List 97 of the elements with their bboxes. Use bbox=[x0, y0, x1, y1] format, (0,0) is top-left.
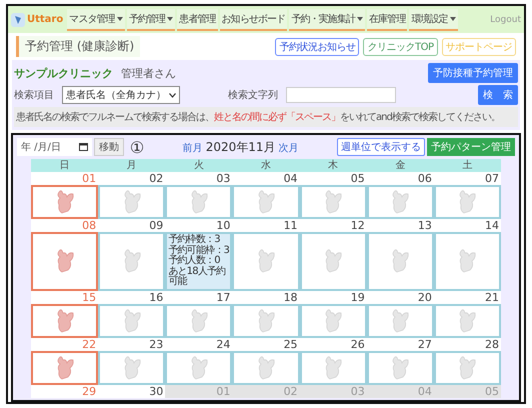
day-number: 21 bbox=[434, 290, 501, 304]
day-cell[interactable] bbox=[31, 304, 98, 338]
day-cell[interactable] bbox=[98, 185, 166, 219]
day-cell[interactable] bbox=[300, 350, 367, 384]
day-cell[interactable] bbox=[31, 350, 98, 384]
annotation-marker: ① bbox=[130, 138, 144, 156]
day-number: 07 bbox=[434, 172, 501, 185]
nav-menu-item[interactable]: 環境設定 bbox=[409, 8, 458, 30]
day-number: 15 bbox=[31, 290, 98, 304]
day-number: 25 bbox=[232, 338, 300, 350]
day-cell[interactable] bbox=[300, 232, 367, 290]
day-cell[interactable] bbox=[98, 304, 166, 338]
day-number: 08 bbox=[31, 219, 98, 232]
chevron-icon bbox=[169, 92, 176, 98]
search-text-label: 検索文字列 bbox=[228, 88, 278, 102]
vaccination-button[interactable]: 予防接種予約管理 bbox=[428, 63, 518, 83]
nav-menu-item[interactable]: お知らせボード bbox=[220, 8, 288, 30]
day-number: 04 bbox=[232, 172, 300, 185]
day-number: 30 bbox=[98, 384, 166, 398]
header-button[interactable]: クリニックTOP bbox=[363, 38, 438, 56]
day-number: 16 bbox=[98, 290, 166, 304]
day-number: 26 bbox=[300, 338, 367, 350]
day-cell[interactable] bbox=[366, 350, 434, 384]
day-cell[interactable] bbox=[31, 185, 98, 219]
day-cell[interactable] bbox=[98, 350, 166, 384]
prev-month-link[interactable]: 前月 bbox=[182, 140, 203, 154]
day-number: 18 bbox=[232, 290, 300, 304]
day-number: 24 bbox=[165, 338, 232, 350]
weekday-header: 水 bbox=[232, 159, 300, 172]
day-cell[interactable] bbox=[31, 232, 98, 290]
day-number: 23 bbox=[98, 338, 166, 350]
day-number: 05 bbox=[300, 172, 367, 185]
day-number: 03 bbox=[165, 172, 232, 185]
weekday-header: 土 bbox=[434, 159, 501, 172]
weekday-header: 木 bbox=[300, 159, 367, 172]
nav-menu-item[interactable]: 予約・実施集計 bbox=[289, 8, 365, 30]
search-button[interactable]: 検 索 bbox=[478, 85, 518, 105]
day-number: 12 bbox=[300, 219, 367, 232]
move-button[interactable]: 移動 bbox=[94, 138, 124, 156]
nav-menu-item[interactable]: 在庫管理 bbox=[366, 8, 408, 30]
weekday-header: 月 bbox=[98, 159, 166, 172]
day-number: 17 bbox=[165, 290, 232, 304]
day-number: 02 bbox=[98, 172, 166, 185]
day-cell[interactable] bbox=[98, 232, 166, 290]
nav-menu-item[interactable]: 予約管理 bbox=[126, 8, 176, 30]
day-cell[interactable] bbox=[366, 304, 434, 338]
day-cell[interactable] bbox=[232, 232, 300, 290]
nav-menu-item[interactable]: マスタ管理 bbox=[67, 8, 125, 30]
weekday-header: 日 bbox=[31, 159, 98, 172]
day-cell[interactable] bbox=[300, 304, 367, 338]
day-number: 22 bbox=[31, 338, 98, 350]
day-number: 03 bbox=[300, 384, 367, 398]
clinic-name: サンプルクリニック bbox=[14, 66, 113, 80]
day-number: 28 bbox=[434, 338, 501, 350]
day-number: 14 bbox=[434, 219, 501, 232]
day-number: 10 bbox=[165, 219, 232, 232]
search-item-select[interactable]: 患者氏名（全角カナ） bbox=[62, 86, 180, 104]
week-view-button[interactable]: 週単位で表示する bbox=[336, 138, 425, 156]
day-number: 20 bbox=[366, 290, 434, 304]
day-number: 27 bbox=[366, 338, 434, 350]
header-button[interactable]: 予約状況お知らせ bbox=[275, 38, 360, 56]
search-field[interactable] bbox=[286, 87, 396, 103]
day-cell[interactable] bbox=[232, 185, 300, 219]
day-number: 05 bbox=[434, 384, 501, 398]
day-number: 09 bbox=[98, 219, 166, 232]
month-title: 2020年11月 bbox=[206, 138, 276, 156]
day-cell[interactable] bbox=[165, 304, 232, 338]
day-cell[interactable] bbox=[165, 185, 232, 219]
weekday-header: 火 bbox=[165, 159, 232, 172]
day-cell[interactable] bbox=[232, 350, 300, 384]
day-number: 13 bbox=[366, 219, 434, 232]
day-cell[interactable] bbox=[434, 304, 501, 338]
day-cell[interactable] bbox=[434, 350, 501, 384]
calendar-icon bbox=[78, 143, 88, 151]
day-cell[interactable] bbox=[165, 350, 232, 384]
day-number: 01 bbox=[31, 172, 98, 185]
nav-menu-item[interactable]: 患者管理 bbox=[177, 8, 218, 30]
date-field[interactable]: 年 /月/日 bbox=[17, 138, 92, 156]
day-cell[interactable] bbox=[232, 304, 300, 338]
day-cell[interactable] bbox=[366, 232, 434, 290]
search-item-label: 検索項目 bbox=[14, 88, 54, 102]
day-number: 06 bbox=[366, 172, 434, 185]
day-number: 04 bbox=[366, 384, 434, 398]
weekday-header: 金 bbox=[366, 159, 434, 172]
day-number: 29 bbox=[31, 384, 98, 398]
next-month-link[interactable]: 次月 bbox=[278, 140, 299, 154]
day-cell[interactable] bbox=[434, 185, 501, 219]
day-number: 01 bbox=[165, 384, 232, 398]
day-cell[interactable] bbox=[366, 185, 434, 219]
user-name: 管理者さん bbox=[121, 66, 176, 80]
day-number: 11 bbox=[232, 219, 300, 232]
day-number: 19 bbox=[300, 290, 367, 304]
page-title: 予約管理 (健康診断) bbox=[16, 36, 140, 57]
day-cell[interactable] bbox=[434, 232, 501, 290]
search-note: 患者氏名の検索でフルネームで検索する場合は、姓と名の間に必ず「スペース」をいれてand検索で検索してください。 bbox=[14, 107, 518, 127]
day-number: 02 bbox=[232, 384, 300, 398]
day-cell[interactable] bbox=[300, 185, 367, 219]
